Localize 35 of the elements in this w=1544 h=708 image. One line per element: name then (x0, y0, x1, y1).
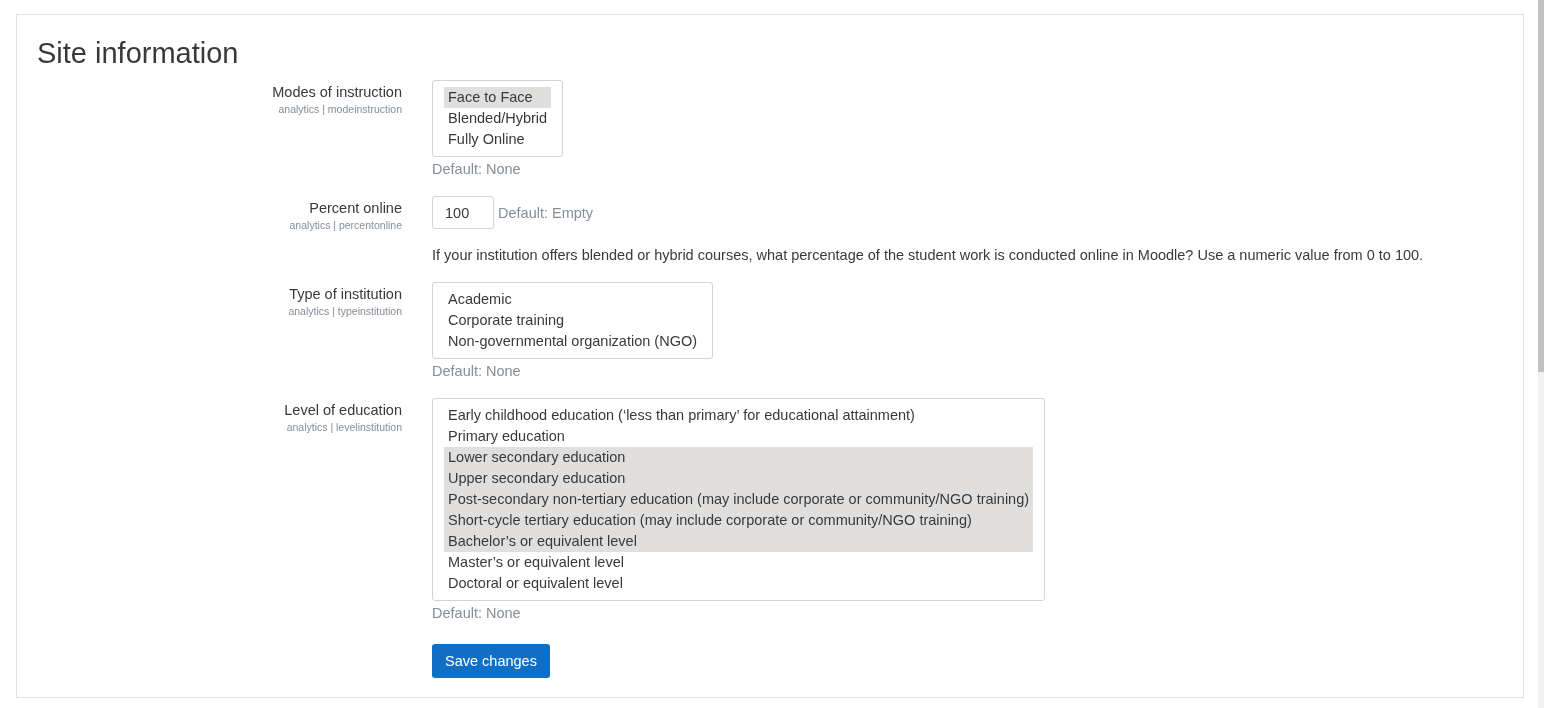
default-note: Default: Empty (498, 204, 594, 221)
list-option[interactable]: Non-governmental organization (NGO) (444, 331, 702, 352)
input-field[interactable]: 100 (432, 196, 494, 229)
list-option[interactable]: Doctoral or equivalent level (444, 573, 1034, 594)
list-option[interactable]: Master’s or equivalent level (444, 552, 1034, 573)
save-button[interactable]: Save changes (432, 644, 550, 678)
setting-key: analytics | typeinstitution (37, 305, 402, 317)
setting-label: Percent online (308, 199, 402, 217)
listbox[interactable] (432, 398, 1046, 601)
scrollbar[interactable] (1538, 0, 1544, 708)
list-option[interactable]: Corporate training (444, 310, 702, 331)
listbox[interactable]: Face to Face Blended/Hybrid Fully Online (432, 80, 564, 157)
setting-key: analytics | percentonline (37, 219, 402, 231)
list-option[interactable]: Primary education (444, 426, 1034, 447)
listbox[interactable]: Academic Corporate training Non-governmental organization (NGO) (432, 282, 714, 359)
setting-key: analytics | modeinstruction (37, 103, 402, 115)
default-note: Default: None (432, 605, 521, 621)
default-note: Default: None (432, 363, 521, 379)
list-option[interactable]: Short-cycle tertiary education (may include corporate or community/NGO training) (444, 510, 1034, 531)
list-option[interactable]: Bachelor’s or equivalent level (444, 531, 1034, 552)
setting-label: Level of education (283, 401, 402, 419)
list-option[interactable]: Blended/Hybrid (444, 108, 552, 129)
list-option[interactable]: Academic (444, 289, 702, 310)
page-title: Site information (37, 37, 240, 70)
list-option[interactable]: Fully Online (444, 129, 552, 150)
setting-description: If your institution offers blended or hybrid courses, what percentage of the student work is conducted online in Moodle? Use a numeric value from 0 to 100. (432, 247, 1424, 263)
setting-key: analytics | levelinstitution (37, 421, 402, 433)
list-option[interactable]: Early childhood education (‘less than primary’ for educational attainment) (444, 405, 1034, 426)
list-option[interactable]: Upper secondary education (444, 468, 1034, 489)
setting-label: Type of institution (288, 285, 402, 303)
list-option[interactable]: Lower secondary education (444, 447, 1034, 468)
list-option[interactable]: Face to Face (444, 87, 552, 108)
setting-label: Modes of instruction (271, 83, 402, 101)
default-note: Default: None (432, 161, 521, 177)
list-option[interactable]: Post-secondary non-tertiary education (may include corporate or community/NGO training) (444, 489, 1034, 510)
